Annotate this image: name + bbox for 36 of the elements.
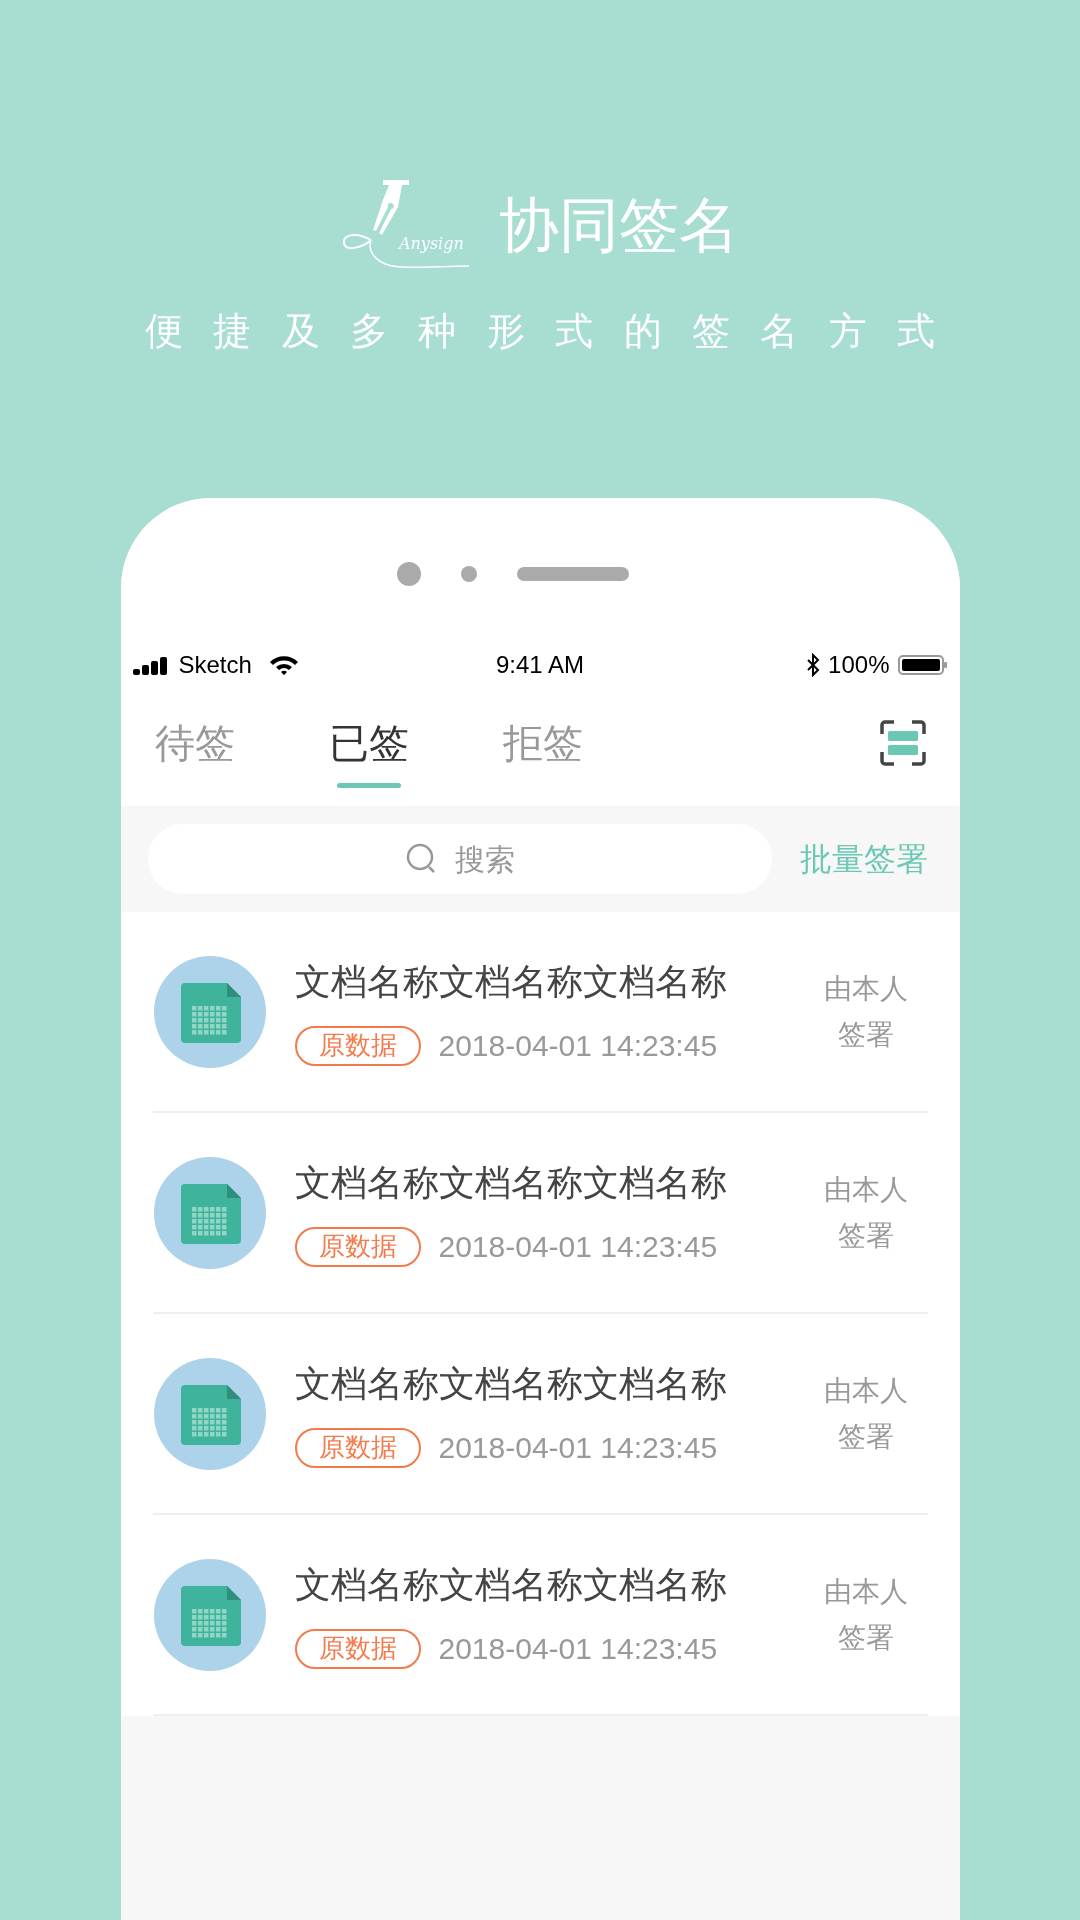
spreadsheet-file-icon bbox=[153, 1156, 266, 1269]
source-data-tag: 原数据 bbox=[294, 1628, 421, 1669]
battery-percent: 100% bbox=[828, 650, 890, 680]
tab[interactable]: 拒签 bbox=[502, 680, 583, 806]
spreadsheet-file-icon bbox=[153, 1357, 266, 1470]
document-time: 2018-04-01 14:23:45 bbox=[438, 1229, 718, 1265]
document-title: 文档名称文档名称文档名称 bbox=[294, 960, 728, 1004]
tab[interactable]: 已签 bbox=[328, 680, 409, 806]
source-data-tag: 原数据 bbox=[294, 1427, 421, 1468]
document-time: 2018-04-01 14:23:45 bbox=[438, 1028, 718, 1064]
document-title: 文档名称文档名称文档名称 bbox=[294, 1563, 728, 1607]
source-data-tag: 原数据 bbox=[294, 1226, 421, 1267]
bluetooth-icon bbox=[806, 653, 821, 677]
signer-label: 由本人签署 bbox=[823, 1574, 908, 1655]
document-title: 文档名称文档名称文档名称 bbox=[294, 1362, 728, 1406]
search-field[interactable]: 搜索 bbox=[147, 824, 772, 894]
source-data-tag: 原数据 bbox=[294, 1025, 421, 1066]
tab-underline bbox=[336, 783, 401, 788]
batch-sign-button[interactable]: 批量签署 bbox=[799, 835, 928, 883]
app-title: 协同签名 bbox=[499, 196, 739, 256]
logo-text: Anysign bbox=[399, 236, 464, 252]
search-placeholder: 搜索 bbox=[454, 841, 515, 878]
battery-icon bbox=[897, 653, 948, 677]
document-time: 2018-04-01 14:23:45 bbox=[438, 1430, 718, 1466]
signer-label: 由本人签署 bbox=[823, 1373, 908, 1454]
tab[interactable]: 待签 bbox=[154, 680, 235, 806]
carrier-name: Sketch bbox=[178, 650, 252, 680]
status-time: 9:41 AM bbox=[495, 650, 585, 680]
scan-icon[interactable] bbox=[879, 720, 926, 766]
document-title: 文档名称文档名称文档名称 bbox=[294, 1161, 728, 1205]
signer-label: 由本人签署 bbox=[823, 1172, 908, 1253]
subtitle: 便捷及多种形式的签名方式 bbox=[143, 312, 966, 350]
spreadsheet-file-icon bbox=[153, 1558, 266, 1671]
signer-label: 由本人签署 bbox=[823, 971, 908, 1052]
spreadsheet-file-icon bbox=[153, 955, 266, 1068]
document-time: 2018-04-01 14:23:45 bbox=[438, 1631, 718, 1667]
